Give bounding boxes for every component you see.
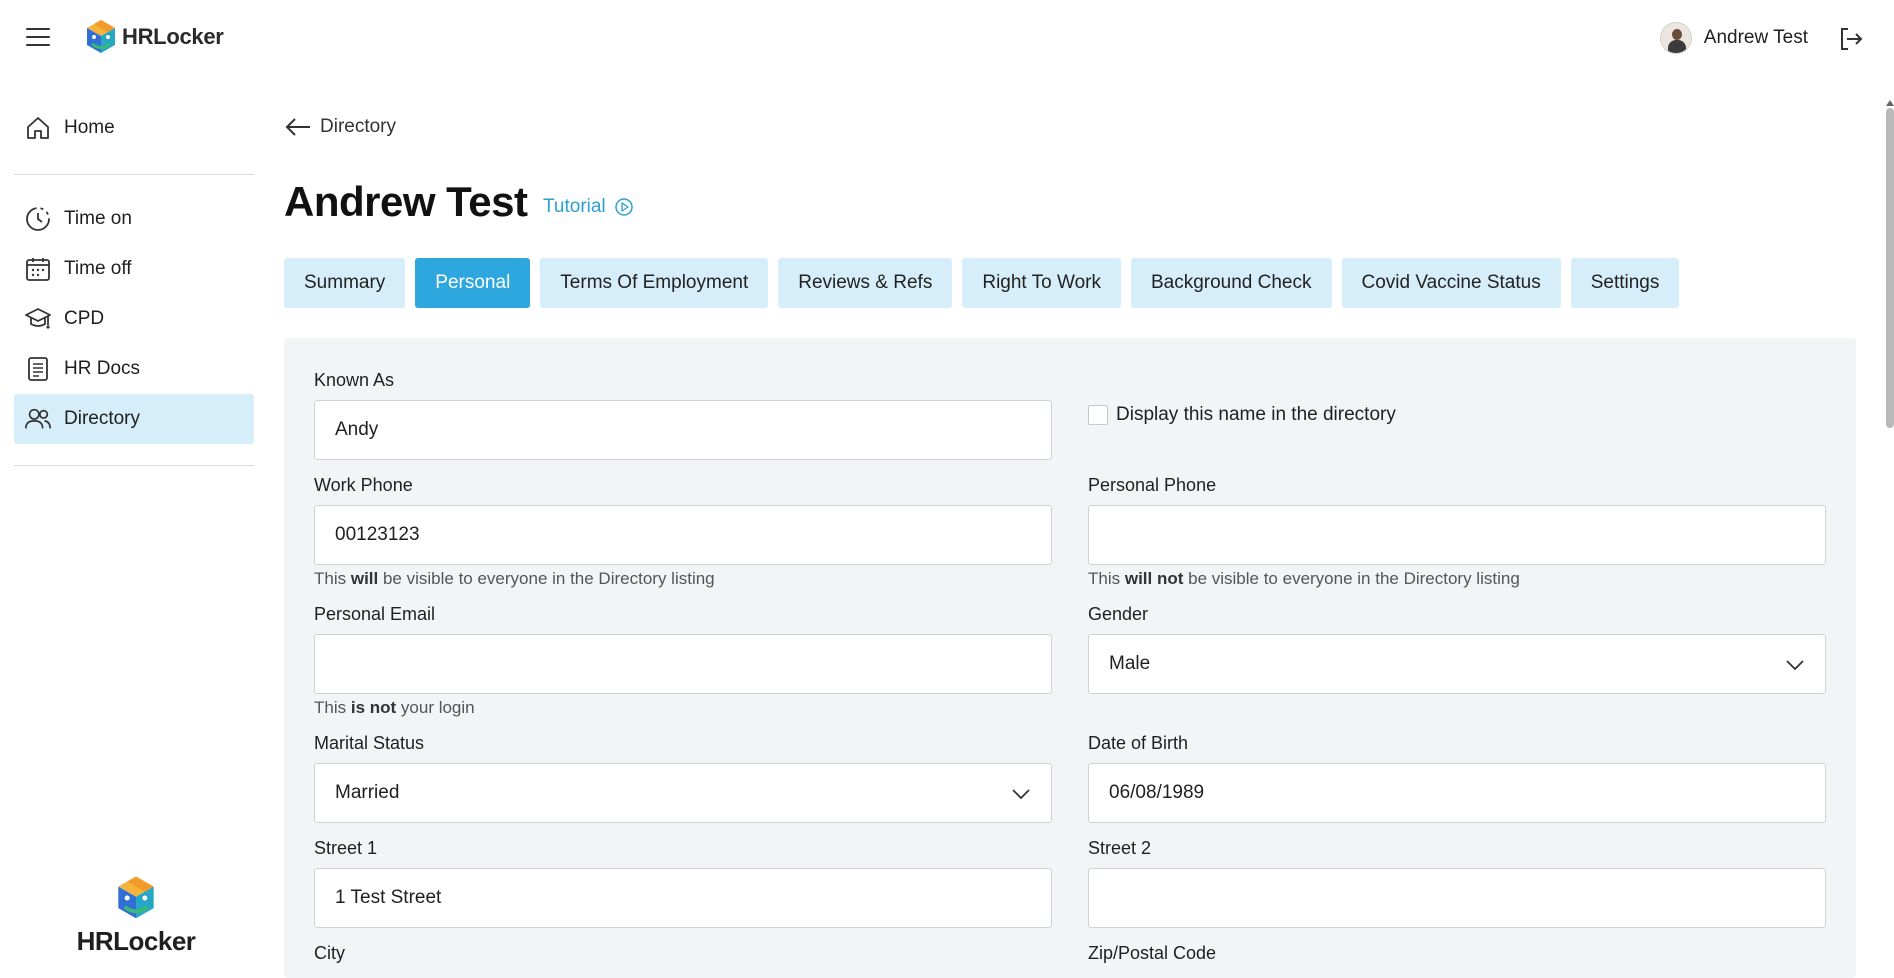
tab-reviews-refs[interactable]: Reviews & Refs: [778, 258, 953, 308]
sidebar-item-directory[interactable]: Directory: [14, 394, 254, 444]
logo-cube-icon: [87, 20, 115, 53]
document-icon: [24, 355, 52, 383]
personal-phone-label: Personal Phone: [1088, 475, 1217, 495]
tab-personal[interactable]: Personal: [415, 258, 531, 308]
street2-label: Street 2: [1088, 838, 1152, 858]
personal-phone-input[interactable]: [1088, 505, 1826, 565]
tab-summary[interactable]: Summary: [284, 258, 406, 308]
personal-form: Known As Andy Display this name in the d…: [284, 338, 1856, 978]
personal-email-input[interactable]: [314, 634, 1052, 694]
known-as-input[interactable]: Andy: [314, 400, 1052, 460]
tab-covid-vaccine-status[interactable]: Covid Vaccine Status: [1341, 258, 1561, 308]
back-link-label: Directory: [320, 116, 397, 137]
checkbox-label: Display this name in the directory: [1116, 404, 1396, 425]
sidebar-divider: [14, 174, 254, 175]
sidebar-footer-logo: HRLocker: [76, 874, 196, 957]
logo-text: HRLocker: [122, 24, 224, 49]
clock-icon: [24, 205, 52, 233]
personal-email-hint: This is not your login: [314, 698, 475, 717]
checkbox-box[interactable]: [1088, 405, 1108, 425]
avatar: [1659, 22, 1692, 54]
logo-cube-icon: [118, 876, 154, 919]
home-icon: [24, 114, 52, 142]
gender-value: Male: [1109, 653, 1151, 674]
page-title: Andrew Test: [284, 178, 528, 225]
gender-select[interactable]: Male: [1088, 634, 1826, 694]
calendar-icon: [24, 255, 52, 283]
marital-status-label: Marital Status: [314, 733, 425, 753]
back-to-directory-link[interactable]: Directory: [284, 116, 396, 138]
play-circle-icon: [614, 198, 633, 216]
tab-background-check[interactable]: Background Check: [1130, 258, 1332, 308]
sidebar-item-label: Time off: [64, 258, 132, 279]
sidebar-item-label: Time on: [64, 208, 132, 229]
sidebar-divider: [14, 465, 254, 466]
street1-label: Street 1: [314, 838, 378, 858]
arrow-left-icon: [285, 118, 310, 136]
chevron-down-icon: [1786, 660, 1804, 671]
scrollbar-thumb[interactable]: [1886, 108, 1894, 428]
tab-terms-of-employment[interactable]: Terms Of Employment: [540, 258, 769, 308]
date-of-birth-input[interactable]: 06/08/1989: [1088, 763, 1826, 823]
display-name-in-directory-checkbox[interactable]: Display this name in the directory: [1088, 404, 1396, 426]
hrlocker-logo[interactable]: HRLocker: [84, 18, 224, 56]
tab-settings[interactable]: Settings: [1570, 258, 1680, 308]
logout-icon[interactable]: [1838, 26, 1864, 52]
profile-tabs: Summary Personal Terms Of Employment Rev…: [284, 258, 1689, 308]
people-icon: [24, 405, 52, 433]
personal-phone-hint: This will not be visible to everyone in …: [1088, 569, 1520, 588]
chevron-down-icon: [1012, 789, 1030, 800]
logo-text: HRLocker: [76, 926, 196, 956]
street1-input[interactable]: 1 Test Street: [314, 868, 1052, 928]
sidebar: Home Time on Time off CPD HR Docs Direct…: [0, 78, 270, 961]
personal-email-label: Personal Email: [314, 604, 436, 624]
tutorial-label: Tutorial: [543, 196, 606, 217]
sidebar-item-label: Directory: [64, 408, 141, 429]
hamburger-menu-icon[interactable]: [26, 28, 50, 48]
user-menu[interactable]: Andrew Test: [1659, 22, 1808, 54]
marital-status-select[interactable]: Married: [314, 763, 1052, 823]
sidebar-item-label: CPD: [64, 308, 105, 329]
date-of-birth-label: Date of Birth: [1088, 733, 1189, 753]
sidebar-item-label: Home: [64, 117, 115, 138]
sidebar-item-time-on[interactable]: Time on: [14, 194, 254, 244]
user-name: Andrew Test: [1703, 27, 1808, 48]
tutorial-link[interactable]: Tutorial: [543, 196, 634, 218]
work-phone-hint: This will be visible to everyone in the …: [314, 569, 715, 588]
scroll-up-arrow[interactable]: [1886, 100, 1894, 106]
marital-status-value: Married: [335, 782, 400, 803]
sidebar-item-home[interactable]: Home: [14, 103, 254, 153]
graduation-cap-icon: [24, 305, 52, 333]
street2-input[interactable]: [1088, 868, 1826, 928]
sidebar-item-label: HR Docs: [64, 358, 141, 379]
gender-label: Gender: [1088, 604, 1149, 624]
work-phone-label: Work Phone: [314, 475, 413, 495]
sidebar-item-hr-docs[interactable]: HR Docs: [14, 344, 254, 394]
sidebar-item-time-off[interactable]: Time off: [14, 244, 254, 294]
top-bar: HRLocker Andrew Test: [0, 0, 1894, 78]
work-phone-input[interactable]: 00123123: [314, 505, 1052, 565]
tab-right-to-work[interactable]: Right To Work: [962, 258, 1121, 308]
known-as-label: Known As: [314, 370, 395, 390]
sidebar-item-cpd[interactable]: CPD: [14, 294, 254, 344]
